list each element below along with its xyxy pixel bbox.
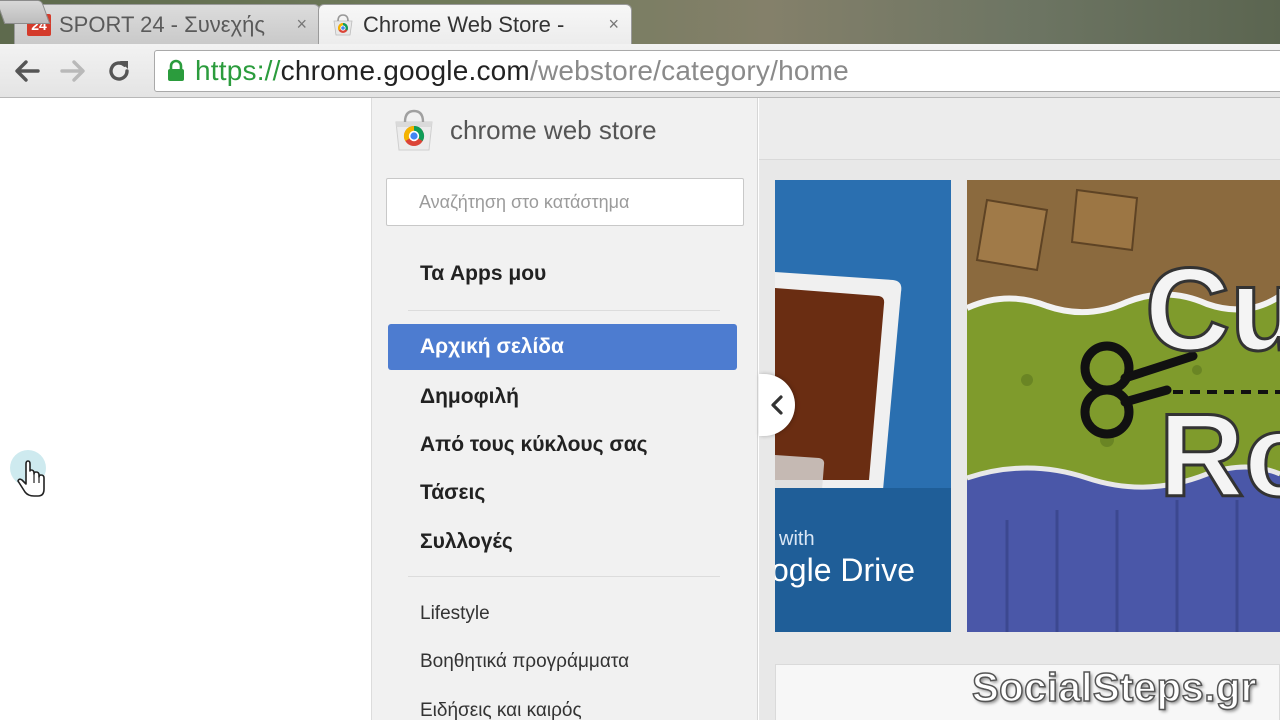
tab-title: SPORT 24 - Συνεχής	[59, 11, 265, 37]
close-tab-icon[interactable]: ×	[296, 14, 307, 35]
nav-collections[interactable]: Συλλογές	[388, 519, 737, 565]
lock-icon	[168, 59, 184, 81]
nav-popular[interactable]: Δημοφιλή	[388, 374, 737, 420]
featured-tile-game[interactable]: Cu Ro	[967, 180, 1280, 632]
url-text: https://chrome.google.com/webstore/categ…	[195, 55, 849, 87]
nav-home[interactable]: Αρχική σελίδα	[388, 324, 737, 370]
back-arrow-icon	[15, 60, 40, 82]
divider	[408, 310, 720, 311]
nav-trending[interactable]: Τάσεις	[388, 470, 737, 516]
browser-window: 24 SPORT 24 - Συνεχής × Chrome Web Store…	[0, 0, 1280, 720]
game-artwork-icon: Cu Ro	[967, 180, 1280, 632]
nav-from-your-circles[interactable]: Από τους κύκλους σας	[388, 422, 737, 468]
tab-title: Chrome Web Store -	[363, 11, 565, 37]
forward-arrow-icon	[60, 60, 85, 82]
promo-big-text: ogle Drive	[775, 552, 916, 588]
tab-sport24[interactable]: 24 SPORT 24 - Συνεχής ×	[14, 4, 320, 44]
game-title-top: Cu	[1145, 244, 1280, 376]
reload-icon	[109, 61, 129, 81]
tab-chrome-web-store[interactable]: Chrome Web Store - ×	[318, 4, 632, 44]
chrome-web-store-logo-icon	[395, 109, 433, 151]
category-lifestyle[interactable]: Lifestyle	[420, 603, 490, 625]
store-name: chrome web store	[450, 114, 657, 145]
featured-tile-drive[interactable]: with ogle Drive	[775, 180, 951, 632]
reload-button[interactable]	[104, 56, 134, 86]
blank-area	[0, 98, 371, 720]
url-host: chrome.google.com	[280, 55, 530, 86]
new-tab-button[interactable]	[0, 0, 51, 24]
device-illustration-icon	[775, 272, 902, 490]
browser-toolbar: https://chrome.google.com/webstore/categ…	[0, 44, 1280, 98]
divider	[408, 576, 720, 577]
close-tab-icon[interactable]: ×	[608, 14, 619, 35]
chrome-web-store-favicon-icon	[333, 13, 353, 35]
promo-small-text: with	[779, 528, 815, 550]
forward-button[interactable]	[58, 56, 88, 86]
chevron-left-icon	[771, 395, 783, 415]
watermark: SocialSteps.gr	[971, 665, 1257, 711]
address-bar[interactable]: https://chrome.google.com/webstore/categ…	[154, 50, 1280, 92]
my-apps-link[interactable]: Τα Apps μου	[420, 262, 546, 286]
page-content: chrome web store Τα Apps μου Αρχική σελί…	[0, 98, 1280, 720]
game-title-bottom: Ro	[1159, 390, 1280, 522]
store-logo-link[interactable]: chrome web store	[392, 108, 657, 152]
category-news-weather[interactable]: Ειδήσεις και καιρός	[420, 700, 582, 720]
featured-area: with ogle Drive Cu R	[759, 98, 1280, 720]
tab-strip: 24 SPORT 24 - Συνεχής × Chrome Web Store…	[0, 0, 1280, 44]
store-search-input[interactable]	[386, 178, 744, 226]
url-path: /webstore/category/home	[529, 55, 849, 86]
mouse-pointer-icon	[10, 450, 46, 497]
featured-topbar	[759, 98, 1280, 160]
store-sidebar: chrome web store Τα Apps μου Αρχική σελί…	[371, 98, 758, 720]
back-button[interactable]	[12, 56, 42, 86]
url-scheme: https://	[195, 55, 281, 86]
category-utilities[interactable]: Βοηθητικά προγράμματα	[420, 651, 629, 673]
